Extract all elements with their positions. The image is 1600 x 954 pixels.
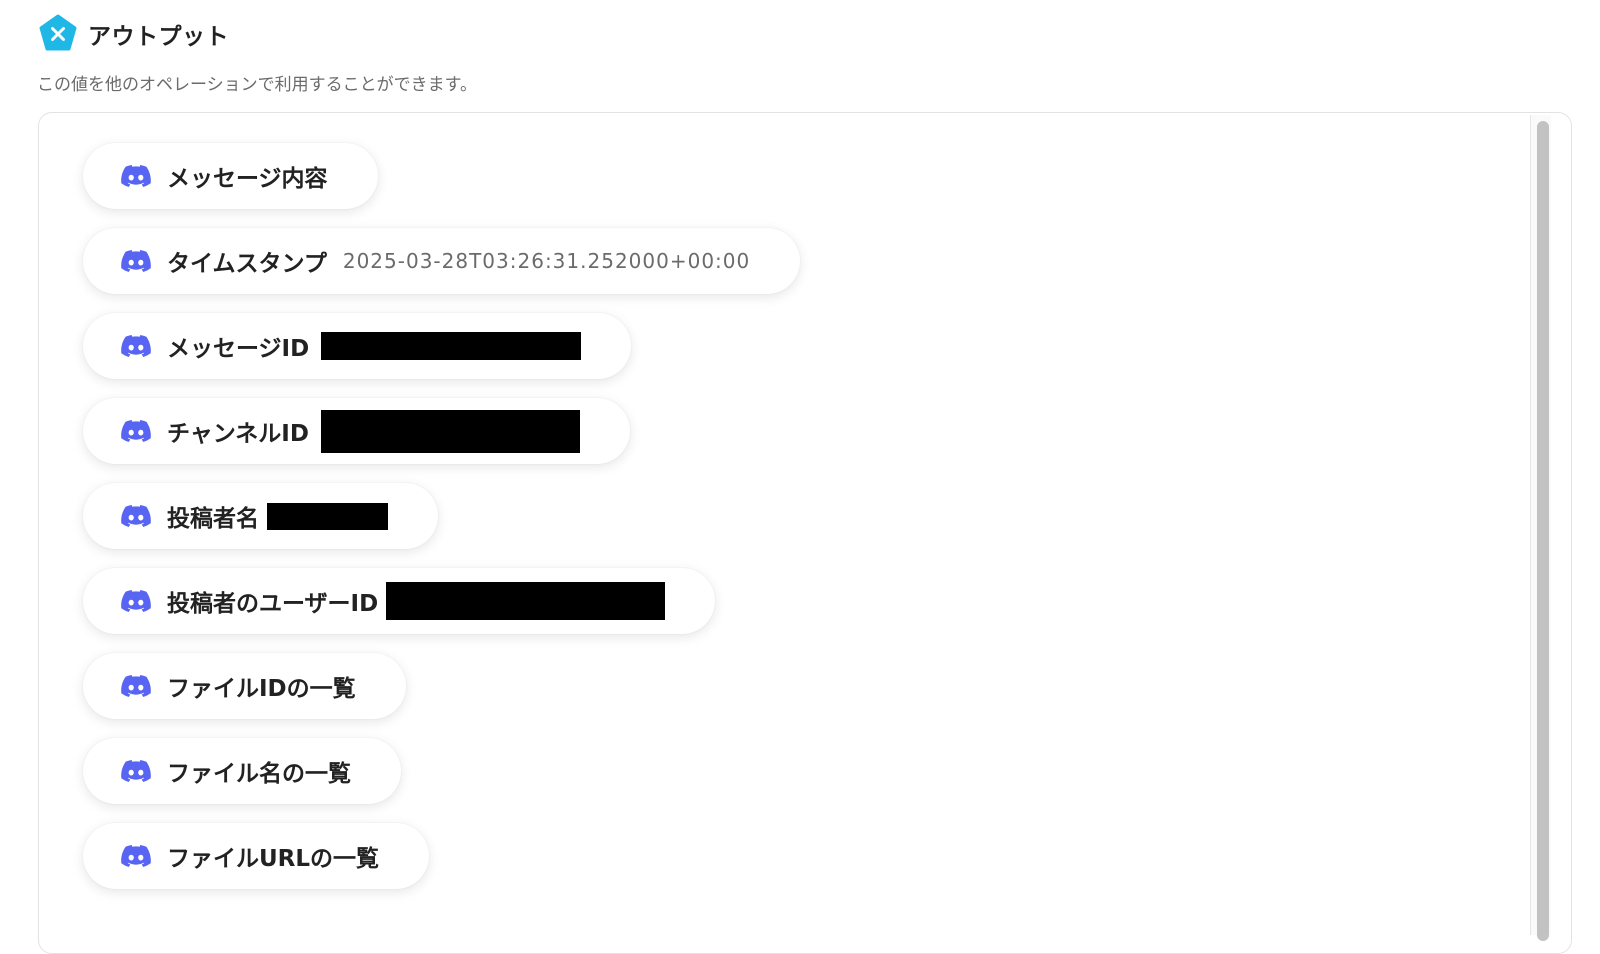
output-item-channel-id[interactable]: チャンネルID (83, 398, 630, 464)
output-item-label: ファイルURLの一覧 (167, 846, 380, 872)
output-item-file-name-list[interactable]: ファイル名の一覧 (83, 738, 401, 804)
discord-icon (121, 420, 151, 442)
output-item-author-name[interactable]: 投稿者名 (83, 483, 438, 549)
output-item-value: 2025-03-28T03:26:31.252000+00:00 (342, 249, 751, 273)
output-item-label: ファイル名の一覧 (167, 761, 351, 787)
redacted-value (386, 582, 666, 620)
output-item-label: メッセージID (167, 336, 310, 362)
output-item-timestamp[interactable]: タイムスタンプ 2025-03-28T03:26:31.252000+00:00 (83, 228, 801, 294)
output-panel: メッセージ内容 タイムスタンプ 2025-03-28T03:26:31.2520… (38, 112, 1572, 954)
output-item-message-content[interactable]: メッセージ内容 (83, 143, 378, 209)
discord-icon (121, 845, 151, 867)
redacted-value (267, 502, 388, 530)
scrollbar-track[interactable] (1530, 115, 1551, 941)
discord-icon (121, 675, 151, 697)
discord-icon (121, 250, 151, 272)
discord-icon (121, 335, 151, 357)
redacted-value (321, 332, 582, 360)
output-header: アウトプット (38, 14, 229, 54)
output-item-label: ファイルIDの一覧 (167, 676, 356, 702)
output-item-message-id[interactable]: メッセージID (83, 313, 632, 379)
redacted-value (320, 409, 580, 453)
output-item-file-id-list[interactable]: ファイルIDの一覧 (83, 653, 406, 719)
output-item-author-user-id[interactable]: 投稿者のユーザーID (83, 568, 716, 634)
discord-icon (121, 165, 151, 187)
page-subtitle: この値を他のオペレーションで利用することができます。 (37, 75, 477, 95)
output-item-label: タイムスタンプ (167, 251, 327, 277)
page-title: アウトプット (88, 24, 229, 50)
output-item-file-url-list[interactable]: ファイルURLの一覧 (83, 823, 430, 889)
discord-icon (121, 505, 151, 527)
yoom-x-icon (39, 14, 77, 51)
output-item-label: 投稿者のユーザーID (167, 591, 379, 617)
scrollbar-thumb[interactable] (1537, 121, 1549, 941)
output-item-label: チャンネルID (167, 421, 309, 447)
discord-icon (121, 760, 151, 782)
output-item-label: 投稿者名 (167, 506, 259, 532)
output-item-label: メッセージ内容 (167, 166, 328, 192)
discord-icon (121, 590, 151, 612)
